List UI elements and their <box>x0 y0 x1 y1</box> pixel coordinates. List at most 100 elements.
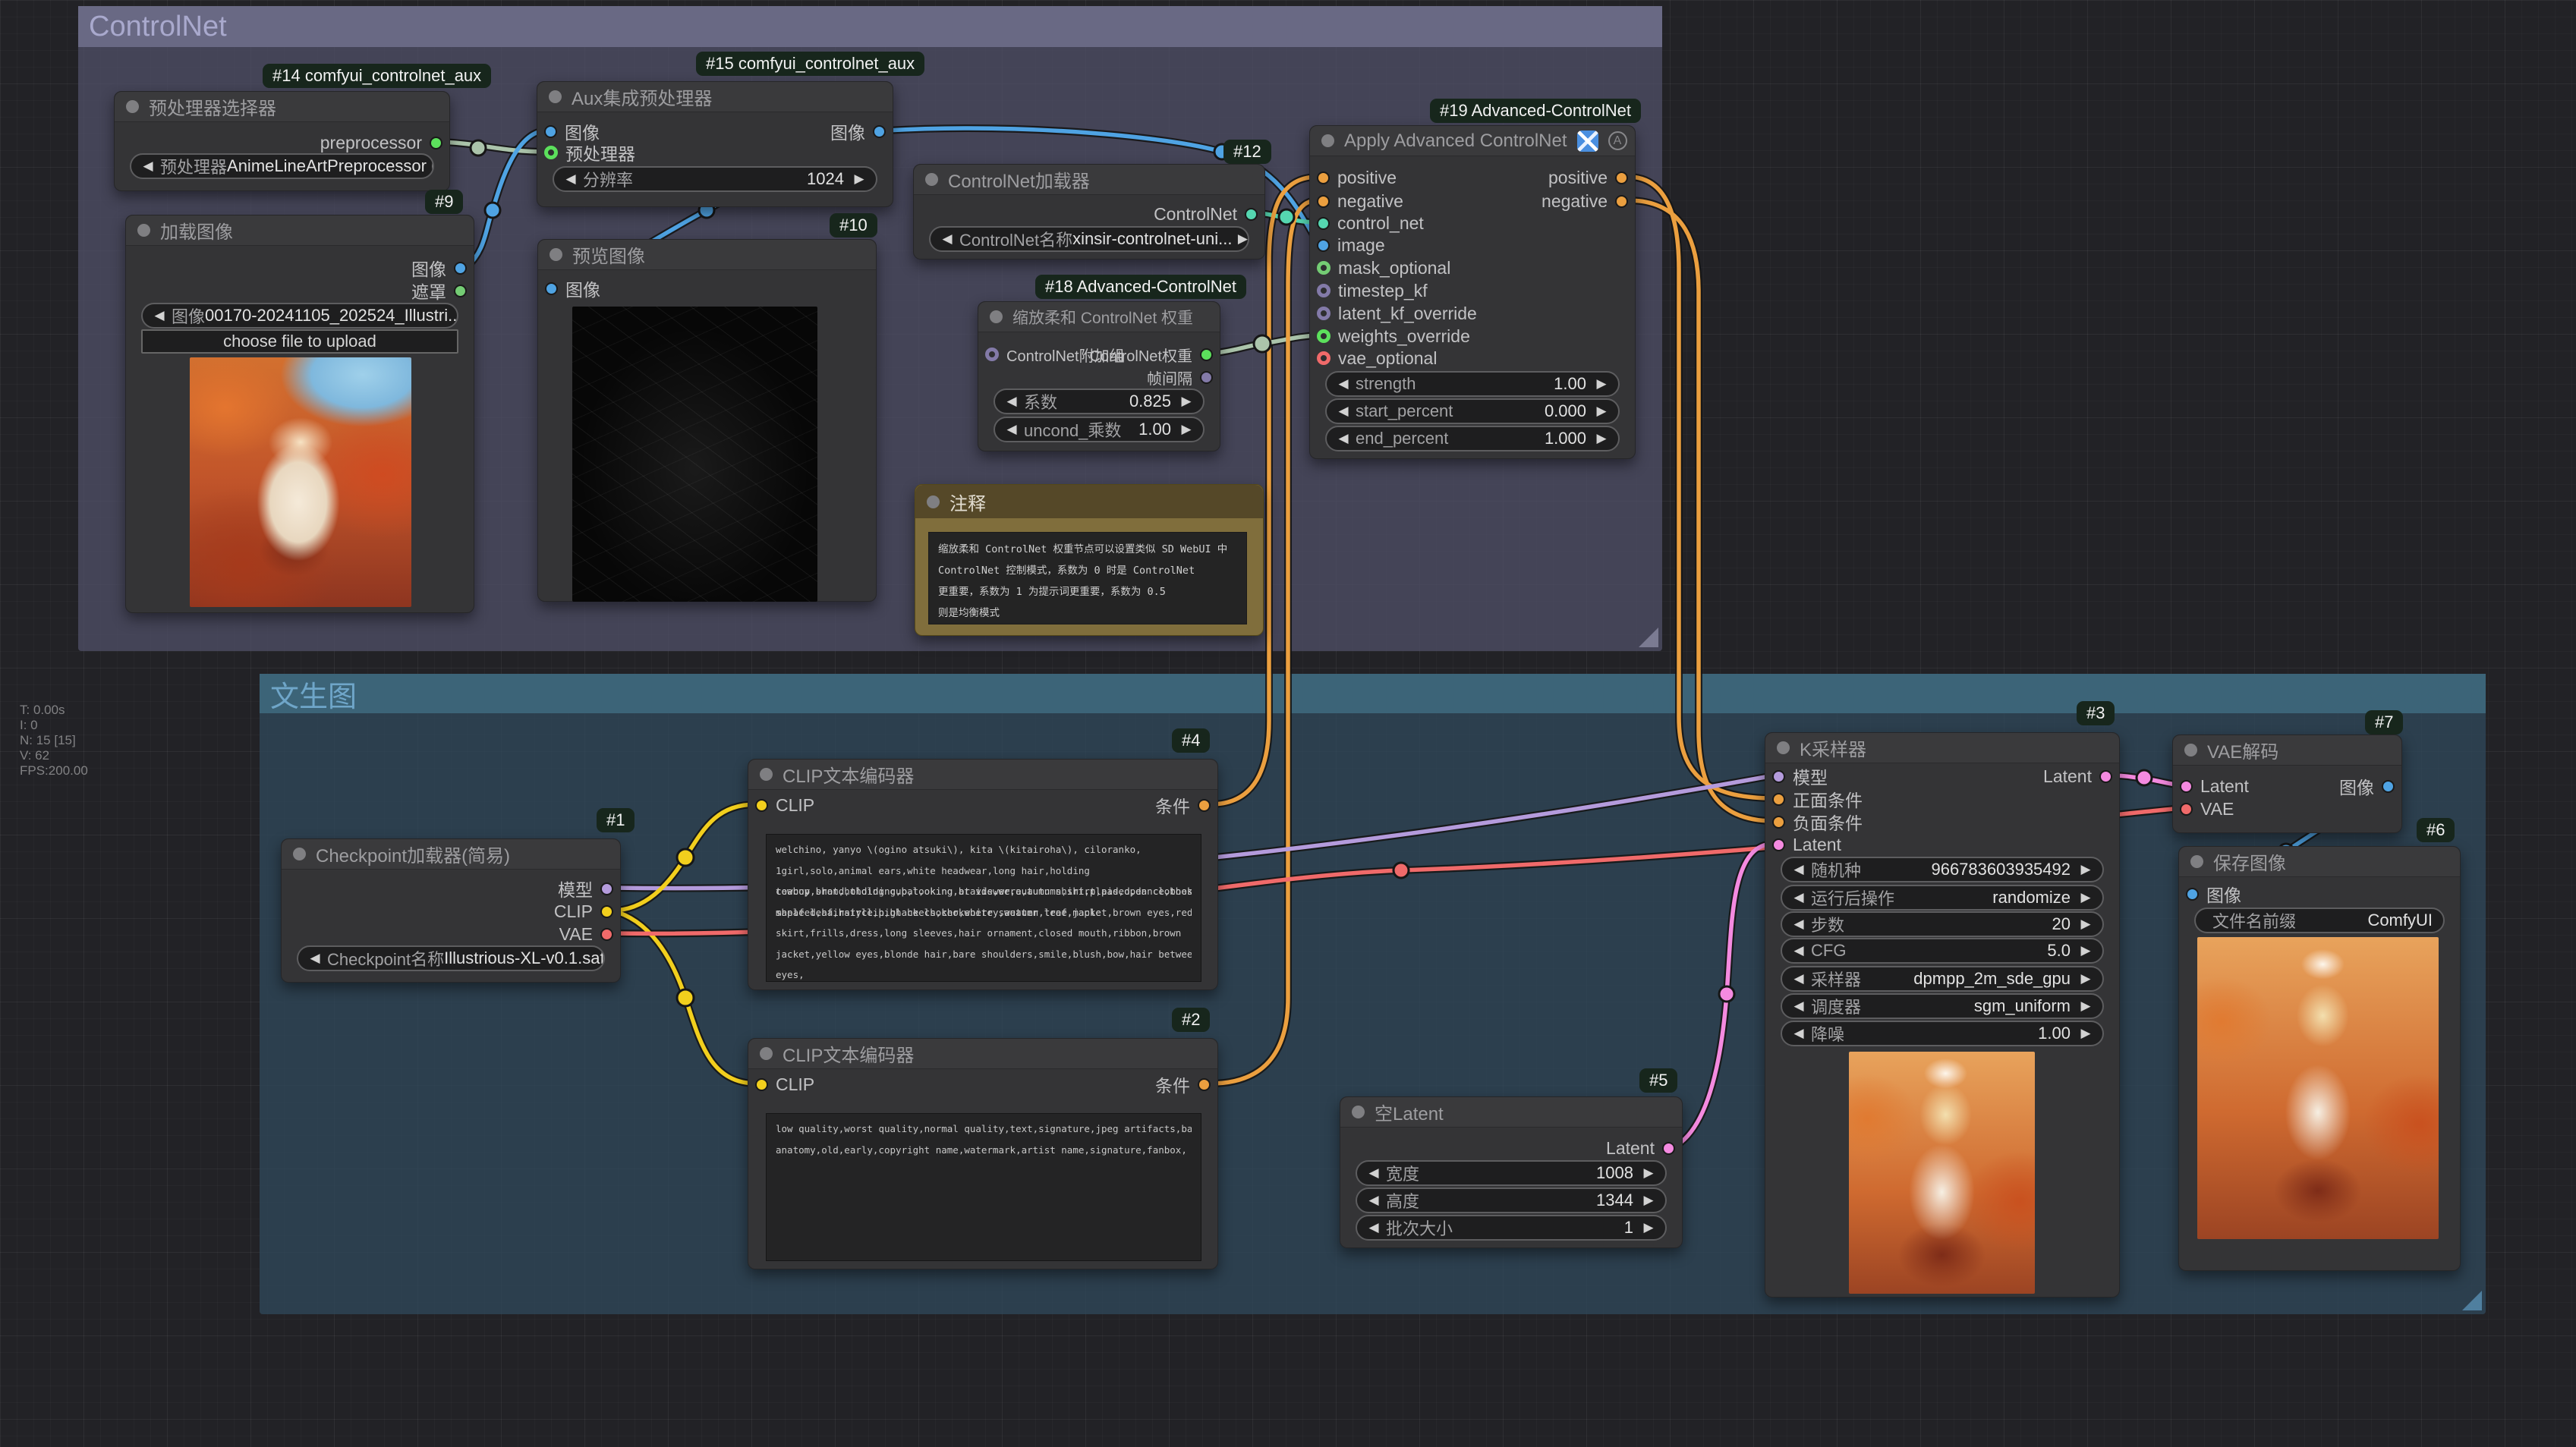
input-latent[interactable]: Latent <box>1772 833 1841 856</box>
port-dot-icon[interactable] <box>600 882 613 895</box>
input-image[interactable]: 图像 <box>2186 882 2241 905</box>
arrow-right-icon[interactable]: ▶ <box>1176 422 1197 437</box>
widget-controlnet-name[interactable]: ◀ ControlNet名称 xinsir-controlnet-uni... … <box>929 226 1249 252</box>
node-ksampler[interactable]: K采样器 模型 正面条件 负面条件 Latent Latent ◀ 随机种 96… <box>1765 732 2120 1298</box>
node-aux-preprocessor[interactable]: Aux集成预处理器 图像 预处理器 图像 ◀ 分辨率 1024 ▶ <box>537 81 893 207</box>
input-vae-optional[interactable]: vae_optional <box>1317 347 1437 370</box>
port-dot-icon[interactable] <box>2099 770 2112 783</box>
output-mask[interactable]: 遮罩 <box>411 279 467 302</box>
collapse-dot-icon[interactable] <box>927 495 940 508</box>
node-header[interactable]: Checkpoint加载器(简易) <box>282 839 620 870</box>
port-dot-icon[interactable] <box>1772 838 1785 851</box>
arrow-left-icon[interactable]: ◀ <box>1363 1220 1384 1235</box>
widget-control-after-generate[interactable]: ◀ 运行后操作 randomize ▶ <box>1781 885 2104 911</box>
output-image[interactable]: 图像 <box>830 120 886 143</box>
port-dot-icon[interactable] <box>1317 171 1330 184</box>
arrow-left-icon[interactable]: ◀ <box>937 231 958 247</box>
node-empty-latent[interactable]: 空Latent Latent ◀ 宽度 1008 ▶ ◀ 高度 1344 ▶ ◀… <box>1340 1096 1683 1248</box>
node-checkpoint-loader[interactable]: Checkpoint加载器(简易) 模型 CLIP VAE ◀ Checkpoi… <box>281 838 621 983</box>
node-header[interactable]: VAE解码 <box>2173 735 2401 766</box>
input-negative-cond[interactable]: 负面条件 <box>1772 810 1863 833</box>
port-ring-icon[interactable] <box>1317 307 1331 320</box>
node-header[interactable]: 缩放柔和 ControlNet 权重 <box>978 302 1220 332</box>
collapse-dot-icon[interactable] <box>760 1047 773 1060</box>
node-header[interactable]: Apply Advanced ControlNet A C N <box>1310 126 1635 156</box>
arrow-left-icon[interactable]: ◀ <box>1363 1165 1384 1181</box>
widget-batch-size[interactable]: ◀ 批次大小 1 ▶ <box>1356 1215 1667 1241</box>
port-dot-icon[interactable] <box>545 282 558 295</box>
port-dot-icon[interactable] <box>1772 770 1785 783</box>
node-save-image[interactable]: 保存图像 图像 文件名前缀 ComfyUI <box>2178 846 2461 1271</box>
arrow-right-icon[interactable]: ▶ <box>2075 999 2096 1014</box>
node-soft-controlnet-weights[interactable]: 缩放柔和 ControlNet 权重 ControlNet附加组 Control… <box>978 301 1220 451</box>
node-clip-encode-negative[interactable]: CLIP文本编码器 CLIP 条件 low quality,worst qual… <box>748 1038 1218 1269</box>
port-dot-icon[interactable] <box>1198 799 1211 812</box>
node-vae-decode[interactable]: VAE解码 Latent VAE 图像 <box>2172 735 2402 833</box>
output-image[interactable]: 图像 <box>2339 775 2395 797</box>
output-conditioning[interactable]: 条件 <box>1155 794 1211 816</box>
arrow-left-icon[interactable]: ◀ <box>1788 917 1809 932</box>
arrow-left-icon[interactable]: ◀ <box>1788 943 1809 958</box>
port-dot-icon[interactable] <box>1245 208 1258 221</box>
widget-scheduler[interactable]: ◀ 调度器 sgm_uniform ▶ <box>1781 993 2104 1019</box>
port-ring-icon[interactable] <box>1317 261 1331 275</box>
node-header[interactable]: ControlNet加载器 <box>914 165 1264 195</box>
widget-denoise[interactable]: ◀ 降噪 1.00 ▶ <box>1781 1021 2104 1046</box>
port-dot-icon[interactable] <box>2180 803 2193 816</box>
collapse-dot-icon[interactable] <box>2190 855 2203 868</box>
widget-end-percent[interactable]: ◀ end_percent 1.000 ▶ <box>1325 426 1620 451</box>
input-image[interactable]: image <box>1317 234 1385 256</box>
graph-canvas[interactable]: ControlNet 文生图 <box>0 0 2576 1447</box>
output-positive[interactable]: positive <box>1548 166 1628 189</box>
arrow-right-icon[interactable]: ▶ <box>1591 376 1612 392</box>
arrow-right-icon[interactable]: ▶ <box>2075 943 2096 958</box>
input-image[interactable]: 图像 <box>545 277 600 300</box>
node-preprocessor-selector[interactable]: 预处理器选择器 preprocessor ◀ 预处理器 AnimeLineArt… <box>114 91 450 191</box>
port-dot-icon[interactable] <box>454 262 467 275</box>
output-conditioning[interactable]: 条件 <box>1155 1073 1211 1096</box>
collapse-dot-icon[interactable] <box>760 768 773 781</box>
port-dot-icon[interactable] <box>2382 780 2395 793</box>
arrow-left-icon[interactable]: ◀ <box>1001 394 1022 409</box>
port-ring-icon[interactable] <box>985 348 999 361</box>
widget-height[interactable]: ◀ 高度 1344 ▶ <box>1356 1187 1667 1213</box>
arrow-left-icon[interactable]: ◀ <box>1788 890 1809 905</box>
arrow-left-icon[interactable]: ◀ <box>149 308 170 323</box>
input-positive[interactable]: positive <box>1317 166 1397 189</box>
node-header[interactable]: K采样器 <box>1765 733 2119 763</box>
arrow-left-icon[interactable]: ◀ <box>1788 862 1809 877</box>
input-negative[interactable]: negative <box>1317 190 1403 212</box>
input-model[interactable]: 模型 <box>1772 765 1828 788</box>
arrow-left-icon[interactable]: ◀ <box>1788 1026 1809 1041</box>
arrow-right-icon[interactable]: ▶ <box>1232 231 1249 247</box>
node-header[interactable]: 预处理器选择器 <box>115 92 449 122</box>
negative-prompt-text[interactable]: low quality,worst quality,normal quality… <box>766 1113 1201 1261</box>
collapse-dot-icon[interactable] <box>137 224 150 237</box>
output-controlnet[interactable]: ControlNet <box>1154 203 1258 225</box>
arrow-left-icon[interactable]: ◀ <box>1363 1193 1384 1208</box>
widget-seed[interactable]: ◀ 随机种 966783603935492 ▶ <box>1781 857 2104 882</box>
port-dot-icon[interactable] <box>1662 1142 1675 1155</box>
port-ring-icon[interactable] <box>1317 329 1331 343</box>
collapse-dot-icon[interactable] <box>1777 741 1790 754</box>
node-note[interactable]: 注释 缩放柔和 ControlNet 权重节点可以设置类似 SD WebUI 中… <box>915 484 1264 636</box>
input-latent-kf-override[interactable]: latent_kf_override <box>1317 302 1477 325</box>
arrow-left-icon[interactable]: ◀ <box>137 159 159 174</box>
arrow-right-icon[interactable]: ▶ <box>1638 1165 1659 1181</box>
input-vae[interactable]: VAE <box>2180 797 2234 820</box>
collapse-dot-icon[interactable] <box>549 90 562 103</box>
arrow-right-icon[interactable]: ▶ <box>1176 394 1197 409</box>
arrow-right-icon[interactable]: ▶ <box>1591 404 1612 419</box>
widget-checkpoint-name[interactable]: ◀ Checkpoint名称 Illustrious-XL-v0.1.safe.… <box>297 945 605 971</box>
port-dot-icon[interactable] <box>755 1078 768 1091</box>
port-dot-icon[interactable] <box>430 137 442 149</box>
output-negative[interactable]: negative <box>1542 190 1628 212</box>
arrow-left-icon[interactable]: ◀ <box>1333 376 1354 392</box>
port-dot-icon[interactable] <box>600 928 613 941</box>
arrow-left-icon[interactable]: ◀ <box>1788 999 1809 1014</box>
node-header[interactable]: 保存图像 <box>2179 847 2460 877</box>
port-dot-icon[interactable] <box>1772 793 1785 806</box>
widget-preprocessor[interactable]: ◀ 预处理器 AnimeLineArtPreprocessor ▶ <box>130 153 434 179</box>
node-header[interactable]: CLIP文本编码器 <box>748 760 1217 790</box>
node-header[interactable]: 空Latent <box>1340 1097 1682 1128</box>
